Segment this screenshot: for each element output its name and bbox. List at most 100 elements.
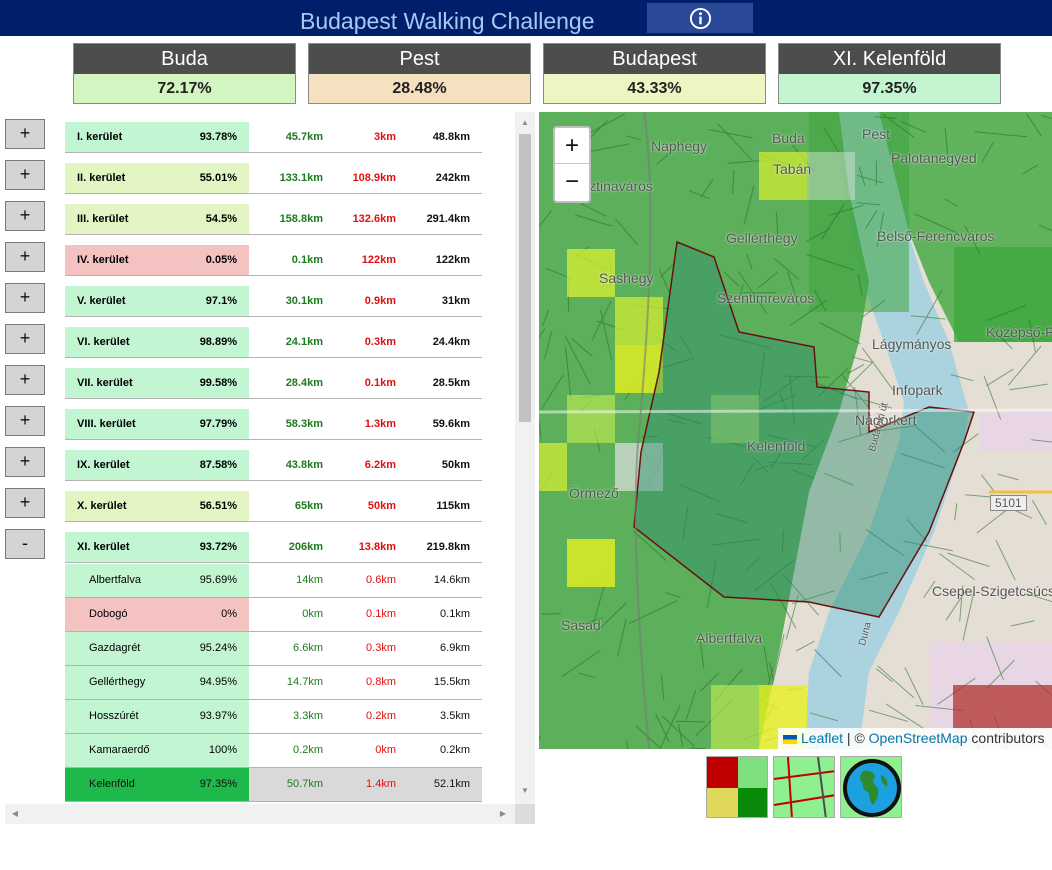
expand-district-button[interactable]: +	[5, 488, 45, 518]
row-name-cell: IV. kerület 0.05%	[65, 245, 249, 275]
district-row[interactable]: IX. kerület 87.58% 43.8km 6.2km 50km	[65, 450, 482, 481]
row-remaining: 13.8km	[358, 541, 396, 553]
row-walked: 0km	[302, 608, 323, 620]
district-row[interactable]: IV. kerület 0.05% 0.1km 122km 122km	[65, 245, 482, 276]
expand-district-button[interactable]: +	[5, 406, 45, 436]
globe-layer-button[interactable]	[840, 756, 902, 818]
district-row[interactable]: I. kerület 93.78% 45.7km 3km 48.8km	[65, 122, 482, 153]
district-row[interactable]: X. kerület 56.51% 65km 50km 115km	[65, 491, 482, 522]
row-percent: 95.69%	[199, 574, 237, 586]
row-name: XI. kerület	[77, 541, 130, 553]
district-row[interactable]: III. kerület 54.5% 158.8km 132.6km 291.4km	[65, 204, 482, 235]
leaflet-link[interactable]: Leaflet	[801, 730, 843, 746]
subdistrict-row[interactable]: Gellérthegy 94.95% 14.7km 0.8km 15.5km	[65, 666, 482, 700]
row-total: 219.8km	[426, 541, 470, 553]
row-total: 291.4km	[426, 213, 470, 225]
district-row[interactable]: II. kerület 55.01% 133.1km 108.9km 242km	[65, 163, 482, 194]
map-label: Pest	[862, 126, 891, 142]
collapse-district-button[interactable]: -	[5, 529, 45, 559]
summary-card: Pest 28.48%	[308, 43, 531, 104]
horizontal-scroll-thumb[interactable]	[25, 809, 495, 819]
row-name-cell: Albertfalva 95.69%	[65, 564, 249, 597]
coverage-grid-layer-button[interactable]	[706, 756, 768, 818]
map-label: Kelenföld	[747, 438, 806, 454]
district-row[interactable]: VII. kerület 99.58% 28.4km 0.1km 28.5km	[65, 368, 482, 399]
row-percent: 94.95%	[199, 676, 237, 688]
row-percent: 0%	[221, 608, 237, 620]
map-label: Lágymányos	[872, 336, 952, 352]
scroll-down-arrow-icon[interactable]: ▼	[515, 786, 535, 796]
row-name: VII. kerület	[77, 377, 133, 389]
map-label: Buda	[772, 130, 805, 146]
row-name-cell: V. kerület 97.1%	[65, 286, 249, 316]
district-row[interactable]: VI. kerület 98.89% 24.1km 0.3km 24.4km	[65, 327, 482, 358]
zoom-out-button[interactable]: −	[555, 164, 589, 200]
row-name-cell: VII. kerület 99.58%	[65, 368, 249, 398]
map-label: Szentimreváros	[717, 290, 815, 306]
row-walked: 65km	[294, 500, 323, 512]
row-total: 52.1km	[433, 778, 470, 790]
row-total: 48.8km	[432, 131, 470, 143]
row-walked: 58.3km	[285, 418, 323, 430]
street-lines-layer-button[interactable]	[773, 756, 835, 818]
expand-district-button[interactable]: +	[5, 447, 45, 477]
row-walked: 45.7km	[285, 131, 323, 143]
expand-district-button[interactable]: +	[5, 119, 45, 149]
expand-district-button[interactable]: +	[5, 283, 45, 313]
subdistrict-row[interactable]: Hosszúrét 93.97% 3.3km 0.2km 3.5km	[65, 700, 482, 734]
map-label: Örmező	[569, 485, 619, 501]
district-row[interactable]: VIII. kerület 97.79% 58.3km 1.3km 59.6km	[65, 409, 482, 440]
expand-district-button[interactable]: +	[5, 201, 45, 231]
row-total: 122km	[435, 254, 470, 266]
subdistrict-row[interactable]: Dobogó 0% 0km 0.1km 0.1km	[65, 598, 482, 632]
expand-district-button[interactable]: +	[5, 365, 45, 395]
row-name: Kelenföld	[89, 778, 135, 790]
row-name-cell: Kamaraerdő 100%	[65, 734, 249, 767]
subdistrict-row[interactable]: Gazdagrét 95.24% 6.6km 0.3km 6.9km	[65, 632, 482, 666]
subdistrict-row[interactable]: Kelenföld 97.35% 50.7km 1.4km 52.1km	[65, 768, 482, 802]
district-row[interactable]: V. kerület 97.1% 30.1km 0.9km 31km	[65, 286, 482, 317]
map-view[interactable]: Naphegy Buda Pest Tabán Palotanegyed Krisztin…	[539, 112, 1052, 749]
expand-district-button[interactable]: +	[5, 160, 45, 190]
row-remaining: 6.2km	[364, 459, 396, 471]
scroll-left-arrow-icon[interactable]: ◀	[5, 809, 25, 819]
vertical-scrollbar[interactable]: ▲ ▼	[515, 112, 535, 804]
row-name: IX. kerület	[77, 459, 130, 471]
app-root: Budapest Walking Challenge Buda 72.17% Pes…	[0, 0, 1052, 870]
district-row[interactable]: XI. kerület 93.72% 206km 13.8km 219.8km	[65, 532, 482, 563]
row-name-cell: VIII. kerület 97.79%	[65, 409, 249, 439]
openstreetmap-link[interactable]: OpenStreetMap	[869, 730, 968, 746]
subdistrict-row[interactable]: Albertfalva 95.69% 14km 0.6km 14.6km	[65, 564, 482, 598]
row-name-cell: Gazdagrét 95.24%	[65, 632, 249, 665]
map-label: Tabán	[773, 161, 812, 177]
info-button[interactable]	[647, 3, 753, 33]
row-name-cell: XI. kerület 93.72%	[65, 532, 249, 562]
row-percent: 87.58%	[199, 459, 237, 471]
row-remaining: 0.2km	[366, 710, 396, 722]
app-title: Budapest Walking Challenge	[300, 8, 595, 34]
zoom-in-button[interactable]: +	[555, 128, 589, 164]
ukraine-flag-icon	[783, 734, 797, 744]
row-name-cell: Gellérthegy 94.95%	[65, 666, 249, 699]
subdistrict-row[interactable]: Kamaraerdő 100% 0.2km 0km 0.2km	[65, 734, 482, 768]
row-total: 115km	[436, 500, 470, 512]
row-remaining: 0.1km	[366, 608, 396, 620]
row-remaining: 3km	[373, 131, 396, 143]
row-name-cell: I. kerület 93.78%	[65, 122, 249, 152]
expand-district-button[interactable]: +	[5, 324, 45, 354]
summary-card-title: Budapest	[544, 44, 765, 74]
map-label: Belső-Ferencváros	[877, 228, 995, 244]
expand-district-button[interactable]: +	[5, 242, 45, 272]
row-remaining: 0km	[375, 744, 396, 756]
vertical-scroll-thumb[interactable]	[519, 134, 531, 422]
row-name: I. kerület	[77, 131, 123, 143]
row-walked: 14.7km	[286, 676, 323, 688]
row-walked: 50.7km	[286, 778, 323, 790]
scroll-up-arrow-icon[interactable]: ▲	[515, 118, 535, 128]
row-name-cell: Kelenföld 97.35%	[65, 768, 249, 801]
map-canvas[interactable]	[539, 112, 1052, 749]
scroll-right-arrow-icon[interactable]: ▶	[493, 809, 513, 819]
summary-card-title: Buda	[74, 44, 295, 74]
horizontal-scrollbar[interactable]: ◀ ▶	[5, 804, 515, 824]
row-percent: 55.01%	[199, 172, 237, 184]
